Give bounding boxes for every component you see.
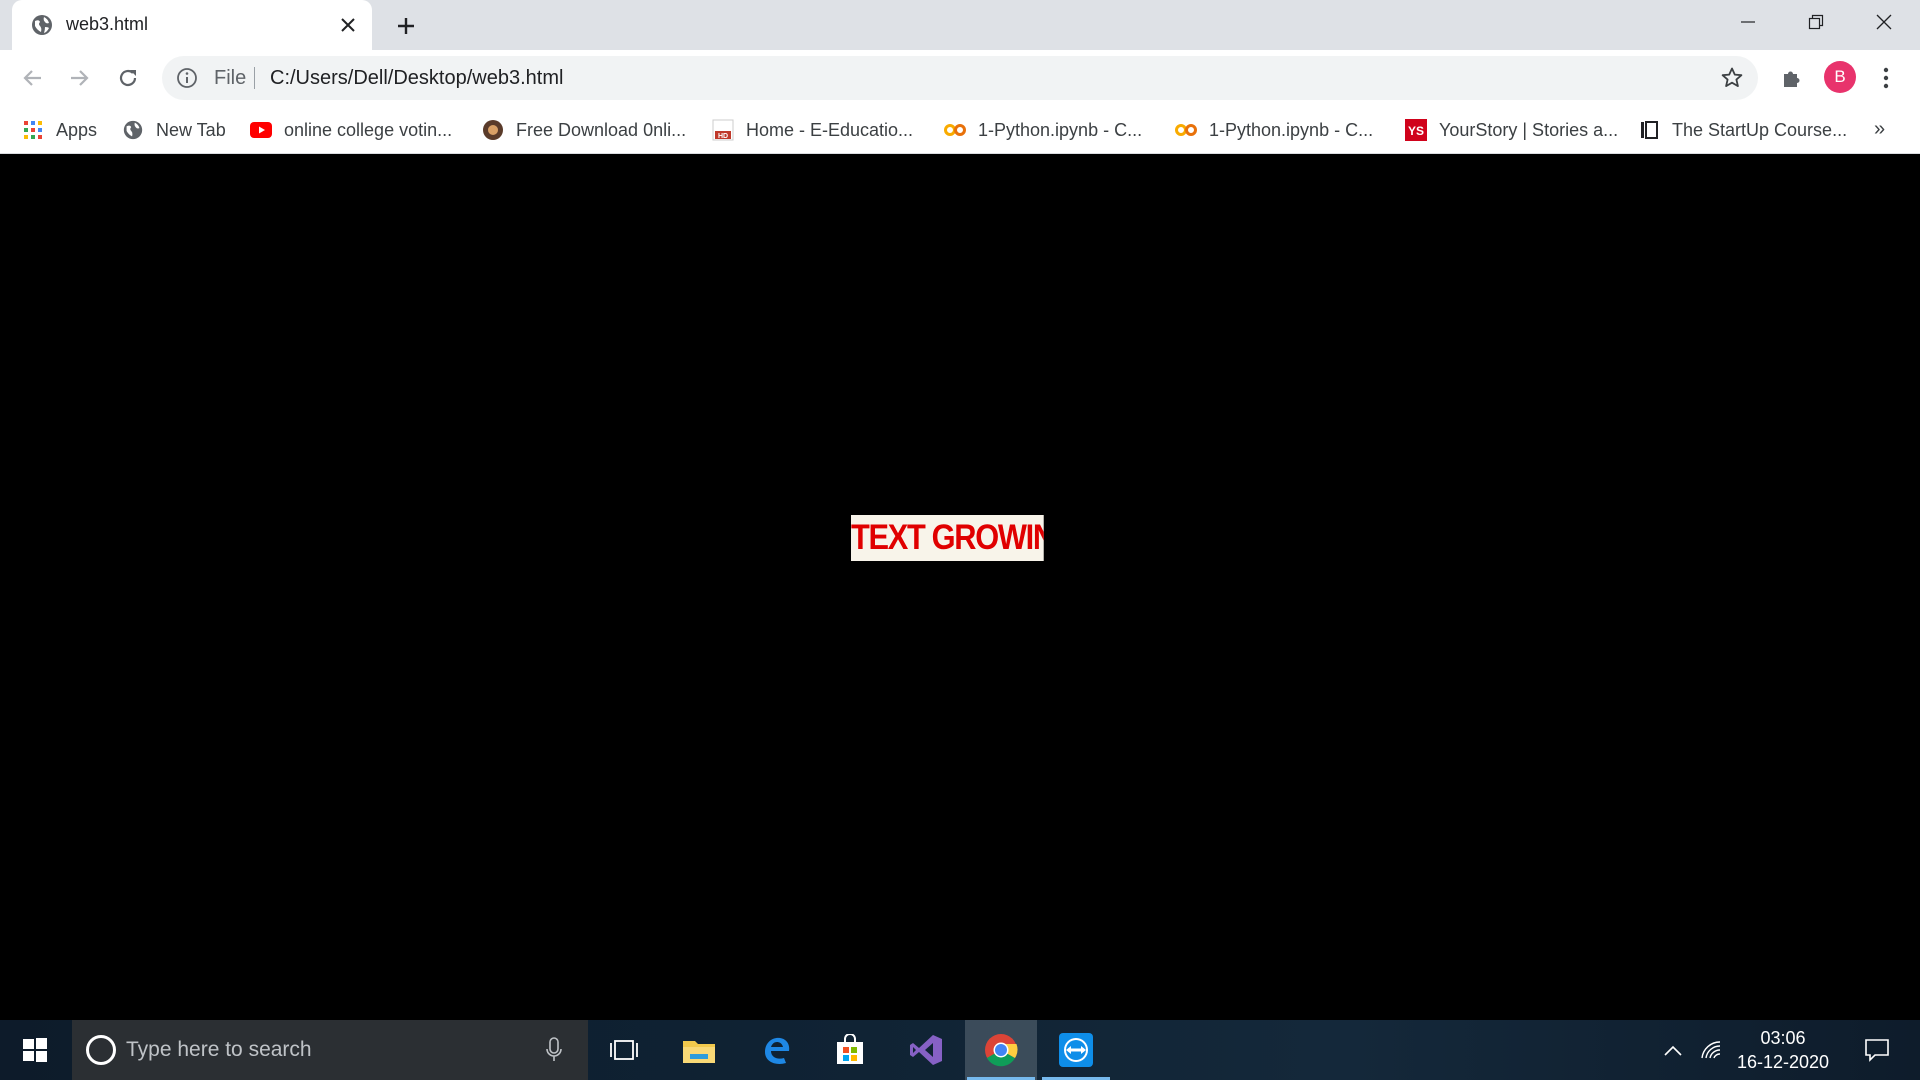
store-button[interactable] <box>814 1020 886 1080</box>
bookmark-label: Home - E-Educatio... <box>746 119 914 140</box>
windows-logo-icon <box>23 1038 47 1062</box>
bookmark-label: 1-Python.ipynb - C... <box>978 119 1143 140</box>
bookmark-e-education[interactable]: HD Home - E-Educatio... <box>712 114 913 146</box>
plus-icon <box>398 18 414 34</box>
globe-icon <box>32 15 52 35</box>
task-view-button[interactable] <box>588 1020 660 1080</box>
profile-avatar[interactable]: B <box>1824 61 1856 93</box>
bookmark-label: Free Download 0nli... <box>516 119 687 140</box>
bookmarks-bar: Apps New Tab online college votin... Fre… <box>0 106 1920 154</box>
visual-studio-button[interactable] <box>890 1020 962 1080</box>
action-center-button[interactable] <box>1852 1020 1902 1080</box>
microphone-icon[interactable] <box>544 1036 564 1064</box>
store-icon <box>837 1034 863 1064</box>
browser-menu-button[interactable] <box>1870 62 1902 94</box>
back-button[interactable] <box>14 60 50 96</box>
reload-icon <box>119 69 137 87</box>
globe-icon <box>122 119 144 141</box>
teamviewer-button[interactable] <box>1040 1020 1112 1080</box>
notification-icon <box>1865 1039 1889 1062</box>
bookmark-apps[interactable]: Apps <box>22 114 97 146</box>
file-explorer-icon <box>683 1041 715 1063</box>
browser-tab[interactable]: web3.html <box>12 0 372 50</box>
restore-button[interactable] <box>1782 0 1850 44</box>
show-hidden-icons-button[interactable] <box>1656 1020 1690 1080</box>
yourstory-icon: YS <box>1405 119 1427 141</box>
search-placeholder: Type here to search <box>126 1038 312 1061</box>
browser-title-bar: web3.html <box>0 0 1920 50</box>
url-text[interactable]: C:/Users/Dell/Desktop/web3.html <box>270 67 563 90</box>
extensions-button[interactable] <box>1776 62 1808 94</box>
apps-grid-icon <box>22 119 44 141</box>
close-icon <box>341 18 355 32</box>
edge-button[interactable] <box>740 1020 812 1080</box>
file-explorer-button[interactable] <box>663 1020 735 1080</box>
window-close-button[interactable] <box>1850 0 1918 44</box>
bookmark-colab-2[interactable]: 1-Python.ipynb - C... <box>1175 114 1373 146</box>
bookmark-label: 1-Python.ipynb - C... <box>1209 119 1374 140</box>
windows-taskbar: Type here to search 03:06 16-12-2020 <box>0 1020 1920 1080</box>
bookmark-label: New Tab <box>156 119 226 140</box>
browser-toolbar: File C:/Users/Dell/Desktop/web3.html <box>0 50 1920 106</box>
address-bar[interactable]: File C:/Users/Dell/Desktop/web3.html <box>162 56 1758 100</box>
new-tab-button[interactable] <box>390 10 422 42</box>
puzzle-icon <box>1784 71 1800 87</box>
bookmark-free-download[interactable]: Free Download 0nli... <box>482 114 686 146</box>
teamviewer-icon <box>1059 1033 1093 1067</box>
scheme-label: File <box>214 67 247 89</box>
close-icon <box>1876 14 1892 30</box>
info-icon[interactable] <box>176 67 198 89</box>
svg-text:HD: HD <box>718 133 728 140</box>
startup-course-icon <box>1638 119 1660 141</box>
youtube-icon <box>250 119 272 141</box>
chevron-up-icon <box>1664 1045 1682 1056</box>
bookmark-colab-1[interactable]: 1-Python.ipynb - C... <box>944 114 1142 146</box>
wifi-icon <box>1701 1041 1721 1059</box>
back-arrow-icon <box>23 70 41 86</box>
bookmark-label: online college votin... <box>284 119 453 140</box>
site-icon <box>482 119 504 141</box>
edge-icon <box>765 1037 790 1064</box>
bookmark-star-icon[interactable] <box>1720 66 1744 90</box>
kebab-menu-icon <box>1883 67 1889 89</box>
clock-time: 03:06 <box>1760 1028 1806 1048</box>
page-content: TEXT GROWING <box>0 154 1920 1020</box>
cortana-icon <box>86 1035 116 1065</box>
tab-title: web3.html <box>66 14 149 34</box>
chrome-icon <box>985 1034 1018 1067</box>
colab-icon <box>1175 119 1197 141</box>
forward-arrow-icon <box>71 70 89 86</box>
restore-icon <box>1808 14 1824 30</box>
clock-date: 16-12-2020 <box>1736 1052 1830 1072</box>
bookmark-startup-course[interactable]: The StartUp Course... <box>1638 114 1847 146</box>
chrome-button[interactable] <box>965 1020 1037 1080</box>
tab-close-button[interactable] <box>334 11 362 39</box>
task-view-icon <box>610 1040 638 1060</box>
minimize-button[interactable] <box>1714 0 1782 44</box>
bookmark-new-tab[interactable]: New Tab <box>122 114 226 146</box>
taskbar-search-box[interactable]: Type here to search <box>72 1020 588 1080</box>
bookmark-label: The StartUp Course... <box>1672 119 1848 140</box>
bookmark-label: YourStory | Stories a... <box>1439 119 1619 140</box>
visual-studio-icon <box>910 1035 942 1065</box>
network-button[interactable] <box>1694 1020 1728 1080</box>
svg-text:YS: YS <box>1408 124 1424 138</box>
bookmark-youtube[interactable]: online college votin... <box>250 114 452 146</box>
colab-icon <box>944 119 966 141</box>
bookmark-label: Apps <box>56 119 98 140</box>
hd-site-icon: HD <box>712 119 734 141</box>
system-clock[interactable]: 03:06 16-12-2020 <box>1728 1026 1838 1074</box>
minimize-icon <box>1741 21 1755 23</box>
bookmark-yourstory[interactable]: YS YourStory | Stories a... <box>1405 114 1618 146</box>
address-separator <box>254 67 255 89</box>
reload-button[interactable] <box>110 60 146 96</box>
bookmarks-overflow-button[interactable]: » <box>1874 118 1885 141</box>
growing-text: TEXT GROWING <box>851 515 1044 561</box>
start-button[interactable] <box>0 1020 70 1080</box>
forward-button[interactable] <box>62 60 98 96</box>
